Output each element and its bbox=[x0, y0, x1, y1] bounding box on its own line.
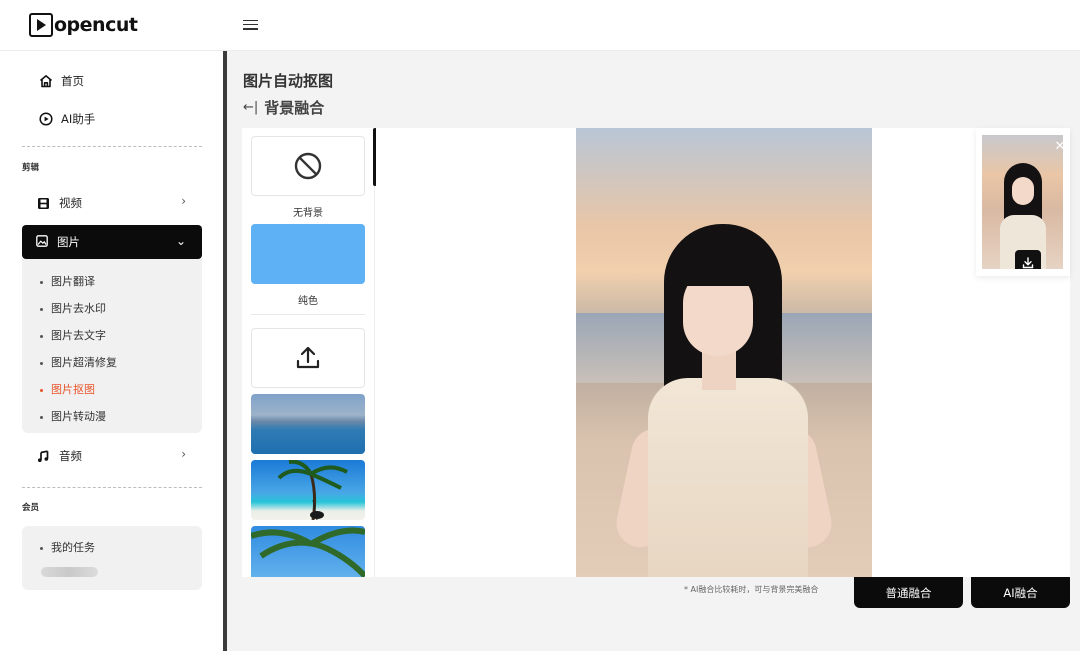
page-title: 图片自动抠图 bbox=[243, 72, 334, 90]
sidebar-border bbox=[223, 51, 227, 651]
section-label-edit: 剪辑 bbox=[22, 163, 40, 173]
hamburger-menu-icon[interactable] bbox=[243, 17, 258, 31]
preview-image[interactable]: ✕ bbox=[982, 135, 1063, 269]
list-border bbox=[374, 128, 375, 577]
bg-option-image-beach-palm[interactable] bbox=[251, 460, 365, 520]
back-button[interactable]: ←| 背景融合 bbox=[243, 97, 324, 118]
home-icon bbox=[38, 74, 53, 89]
submenu-item-cutout[interactable]: 图片抠图 bbox=[40, 381, 95, 397]
editor-panel: 无背景 纯色 bbox=[242, 128, 1070, 577]
image-submenu: 图片翻译 图片去水印 图片去文字 图片超清修复 图片抠图 图片转动漫 bbox=[22, 259, 202, 433]
logo[interactable]: opencut bbox=[29, 12, 138, 38]
sidebar-item-label: AI助手 bbox=[61, 112, 96, 126]
normal-fusion-button[interactable]: 普通融合 bbox=[854, 577, 963, 608]
no-background-icon bbox=[294, 152, 322, 180]
sidebar-item-assistant[interactable]: AI助手 bbox=[38, 111, 95, 127]
bg-option-solid-label: 纯色 bbox=[298, 296, 318, 307]
sidebar-item-my-tasks[interactable]: 我的任务 bbox=[40, 539, 95, 555]
download-button[interactable] bbox=[1015, 250, 1041, 269]
hint-text: * AI融合比较耗时，可与背景完美融合 bbox=[684, 585, 819, 594]
image-icon bbox=[36, 234, 51, 250]
chevron-down-icon: ⌄ bbox=[175, 234, 186, 248]
top-bar: opencut bbox=[0, 0, 1080, 51]
download-icon bbox=[1022, 257, 1034, 269]
logo-text: opencut bbox=[54, 14, 138, 36]
canvas-area bbox=[376, 128, 1070, 577]
submenu-item-remove-watermark[interactable]: 图片去水印 bbox=[40, 300, 106, 316]
composited-photo bbox=[576, 128, 872, 577]
logo-play-icon bbox=[29, 13, 53, 37]
sidebar-item-video[interactable]: 视频 › bbox=[36, 194, 202, 211]
bg-option-upload[interactable] bbox=[251, 328, 365, 388]
sidebar-item-image[interactable]: 图片 ⌄ bbox=[22, 225, 202, 259]
sidebar-item-label: 视频 bbox=[59, 196, 82, 210]
app-root: opencut 首页 AI助手 剪辑 视频 › 图片 ⌄ 图片翻译 图片去水印 … bbox=[0, 0, 1080, 651]
chevron-right-icon: › bbox=[181, 447, 186, 461]
music-note-icon bbox=[36, 449, 51, 464]
sidebar-item-audio[interactable]: 音频 › bbox=[36, 447, 202, 464]
sidebar-item-home[interactable]: 首页 bbox=[38, 73, 84, 89]
bg-option-solid[interactable] bbox=[251, 224, 365, 284]
section-label-member: 会员 bbox=[22, 503, 40, 513]
result-preview: ✕ bbox=[976, 128, 1070, 276]
sidebar-divider bbox=[22, 487, 202, 488]
bg-option-none-label: 无背景 bbox=[293, 208, 323, 219]
submenu-item-super-resolution[interactable]: 图片超清修复 bbox=[40, 354, 117, 370]
bg-option-image-palm[interactable] bbox=[251, 526, 365, 577]
sidebar-item-label: 首页 bbox=[61, 74, 84, 88]
member-box: 我的任务 bbox=[22, 526, 202, 590]
back-arrow-icon: ←| bbox=[243, 100, 259, 115]
bg-list-divider bbox=[251, 314, 365, 315]
section-title: 背景融合 bbox=[264, 99, 325, 117]
submenu-item-remove-text[interactable]: 图片去文字 bbox=[40, 327, 106, 343]
upload-icon bbox=[296, 346, 320, 369]
film-icon bbox=[36, 196, 51, 211]
ai-fusion-button[interactable]: AI融合 bbox=[971, 577, 1070, 608]
submenu-item-translate[interactable]: 图片翻译 bbox=[40, 273, 95, 289]
chevron-right-icon: › bbox=[181, 194, 186, 208]
blurred-text bbox=[41, 567, 98, 577]
bg-option-none[interactable] bbox=[251, 136, 365, 196]
play-circle-icon bbox=[38, 112, 53, 127]
close-icon[interactable]: ✕ bbox=[1054, 140, 1063, 153]
submenu-item-anime[interactable]: 图片转动漫 bbox=[40, 408, 106, 424]
background-list[interactable]: 无背景 纯色 bbox=[242, 128, 375, 577]
sidebar-divider bbox=[22, 146, 202, 147]
sidebar-item-label: 音频 bbox=[59, 449, 82, 463]
bg-option-image-sea[interactable] bbox=[251, 394, 365, 454]
sidebar-item-label: 图片 bbox=[57, 235, 80, 249]
